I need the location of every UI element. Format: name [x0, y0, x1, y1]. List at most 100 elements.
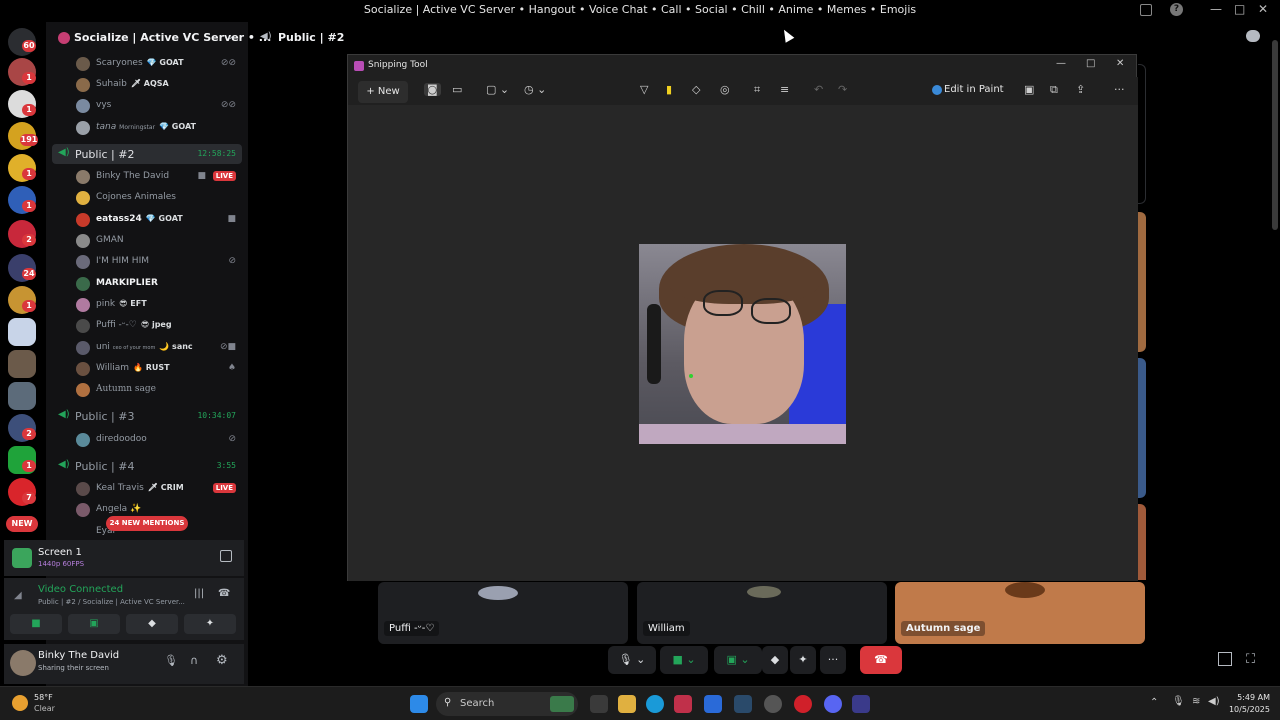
steam-icon[interactable]: [734, 695, 752, 713]
headphones-icon[interactable]: ∩: [190, 654, 198, 667]
volume-icon[interactable]: ◀): [1208, 696, 1220, 707]
new-unreads-pill[interactable]: NEW: [6, 516, 38, 532]
microphone-icon[interactable]: 🎙: [1172, 696, 1185, 707]
activities-button[interactable]: ◆: [126, 614, 178, 634]
clock-time[interactable]: 5:49 AM: [1224, 693, 1270, 702]
voice-user[interactable]: Keal Travis 🗡 CRIM LIVE: [76, 479, 240, 499]
taskbar-search[interactable]: ⚲ Search: [436, 692, 578, 716]
maximize-icon[interactable]: □: [1234, 2, 1245, 16]
voice-user[interactable]: Suhaib 🗡 AQSA: [76, 75, 240, 95]
voice-user[interactable]: eatass24 💎 GOAT ■: [76, 210, 240, 230]
stop-stream-icon[interactable]: [220, 550, 232, 562]
chevron-down-icon[interactable]: ⌄: [226, 31, 234, 42]
chevron-up-icon[interactable]: ⌃: [1150, 697, 1158, 708]
chat-icon[interactable]: [1246, 30, 1260, 42]
avatar[interactable]: [10, 650, 36, 676]
minimize-icon[interactable]: —: [1210, 2, 1222, 16]
video-tile[interactable]: William: [637, 582, 887, 644]
video-tile[interactable]: Puffi -ᵕ-♡: [378, 582, 628, 644]
camera-toggle-button[interactable]: ■: [10, 614, 62, 634]
soundboard-button[interactable]: ✦: [184, 614, 236, 634]
weather-icon[interactable]: [12, 695, 28, 711]
new-mentions-pill[interactable]: 24 NEW MENTIONS: [106, 516, 188, 531]
crop-icon[interactable]: ⌗: [754, 83, 760, 97]
voice-user[interactable]: GMAN: [76, 231, 240, 251]
voice-channel-public-3[interactable]: ◀) Public | #3 10:34:07: [52, 406, 242, 426]
timer-icon[interactable]: ◷ ⌄: [524, 83, 546, 96]
popout-icon[interactable]: [1218, 652, 1232, 666]
text-actions-icon[interactable]: ≡: [780, 83, 789, 96]
edge-icon[interactable]: [646, 695, 664, 713]
clock-date[interactable]: 10/5/2025: [1224, 705, 1270, 714]
voice-status[interactable]: Video Connected: [38, 584, 123, 595]
eraser-icon[interactable]: ◇: [692, 83, 700, 96]
minimize-icon[interactable]: —: [1056, 58, 1066, 69]
voice-user[interactable]: Cojones Animales: [76, 188, 240, 208]
screen-share-button[interactable]: ▣ ⌄: [714, 646, 762, 674]
snip-shape-icon[interactable]: ▢ ⌄: [486, 83, 509, 96]
microphone-icon[interactable]: 🎙: [164, 654, 178, 667]
close-icon[interactable]: ✕: [1258, 2, 1268, 16]
voice-user[interactable]: uni ceo of your mom 🌙 sanc ⊘■: [76, 338, 240, 358]
camera-button[interactable]: ■ ⌄: [660, 646, 708, 674]
windows-start-icon[interactable]: [410, 695, 428, 713]
copy-icon[interactable]: ⧉: [1050, 83, 1058, 97]
screenshot-mode-icon[interactable]: ◙: [424, 83, 441, 96]
disconnect-icon[interactable]: ☎: [218, 588, 230, 599]
voice-channel-public-4[interactable]: ◀) Public | #4 3:55: [52, 456, 242, 476]
voice-user[interactable]: MARKIPLIER: [76, 274, 240, 294]
server-icon[interactable]: [8, 350, 36, 378]
noise-suppression-icon[interactable]: |||: [194, 588, 204, 599]
scrollbar[interactable]: [1272, 40, 1278, 230]
more-icon[interactable]: ···: [1114, 83, 1125, 96]
app-icon[interactable]: [764, 695, 782, 713]
notepad-icon[interactable]: [704, 695, 722, 713]
pen-icon[interactable]: ▽: [640, 83, 648, 96]
weather-temp[interactable]: 58°F: [34, 693, 53, 702]
edit-in-paint-button[interactable]: Edit in Paint: [944, 84, 1004, 95]
server-icon[interactable]: [8, 318, 36, 346]
voice-user[interactable]: tana Morningstar 💎 GOAT: [76, 118, 240, 138]
server-name[interactable]: Socialize | Active VC Server • ...: [74, 31, 271, 44]
undo-icon[interactable]: ↶: [814, 83, 823, 96]
more-options-button[interactable]: ···: [820, 646, 846, 674]
current-user-name[interactable]: Binky The David: [38, 650, 119, 661]
screen-share-button[interactable]: ▣: [68, 614, 120, 634]
voice-channel-public-2[interactable]: ◀) Public | #2 12:58:25: [52, 144, 242, 164]
voice-channel-path[interactable]: Public | #2 / Socialize | Active VC Serv…: [38, 598, 185, 606]
weather-desc[interactable]: Clear: [34, 704, 55, 713]
fullscreen-icon[interactable]: ⛶: [1246, 652, 1255, 667]
voice-user[interactable]: pink 😎 EFT: [76, 295, 240, 315]
discord-icon[interactable]: [824, 695, 842, 713]
voice-user[interactable]: Scaryones 💎 GOAT ⊘⊘: [76, 54, 240, 74]
help-icon[interactable]: ?: [1170, 3, 1183, 16]
close-icon[interactable]: ✕: [1116, 58, 1124, 69]
snipping-tool-icon[interactable]: [674, 695, 692, 713]
signal-icon[interactable]: ◢: [14, 590, 22, 601]
opera-icon[interactable]: [794, 695, 812, 713]
voice-user[interactable]: Binky The David ■ LIVE: [76, 167, 240, 187]
soundboard-button[interactable]: ✦: [790, 646, 816, 674]
app-icon[interactable]: [852, 695, 870, 713]
server-icon[interactable]: [8, 382, 36, 410]
voice-user[interactable]: William 🔥 RUST ♠: [76, 359, 240, 379]
video-tile[interactable]: Autumn sage: [895, 582, 1145, 644]
share-icon[interactable]: ⇪: [1076, 83, 1085, 96]
redo-icon[interactable]: ↷: [838, 83, 847, 96]
voice-user[interactable]: vys ⊘⊘: [76, 96, 240, 116]
task-view-icon[interactable]: [590, 695, 608, 713]
highlighter-icon[interactable]: ▮: [666, 83, 672, 96]
voice-user[interactable]: I'M HIM HIM ⊘: [76, 252, 240, 272]
inbox-icon[interactable]: [1140, 4, 1152, 16]
hang-up-button[interactable]: ☎: [860, 646, 902, 674]
wifi-icon[interactable]: ≋: [1192, 696, 1200, 707]
video-mode-icon[interactable]: ▭: [452, 83, 462, 96]
voice-user[interactable]: diredoodoo ⊘: [76, 430, 240, 450]
voice-user[interactable]: Autumn sage: [76, 380, 240, 400]
new-snip-button[interactable]: + New: [358, 81, 408, 103]
save-icon[interactable]: ▣: [1024, 83, 1034, 96]
activities-button[interactable]: ◆: [762, 646, 788, 674]
file-explorer-icon[interactable]: [618, 695, 636, 713]
gear-icon[interactable]: ⚙: [216, 653, 228, 668]
microphone-button[interactable]: 🎙 ⌄: [608, 646, 656, 674]
